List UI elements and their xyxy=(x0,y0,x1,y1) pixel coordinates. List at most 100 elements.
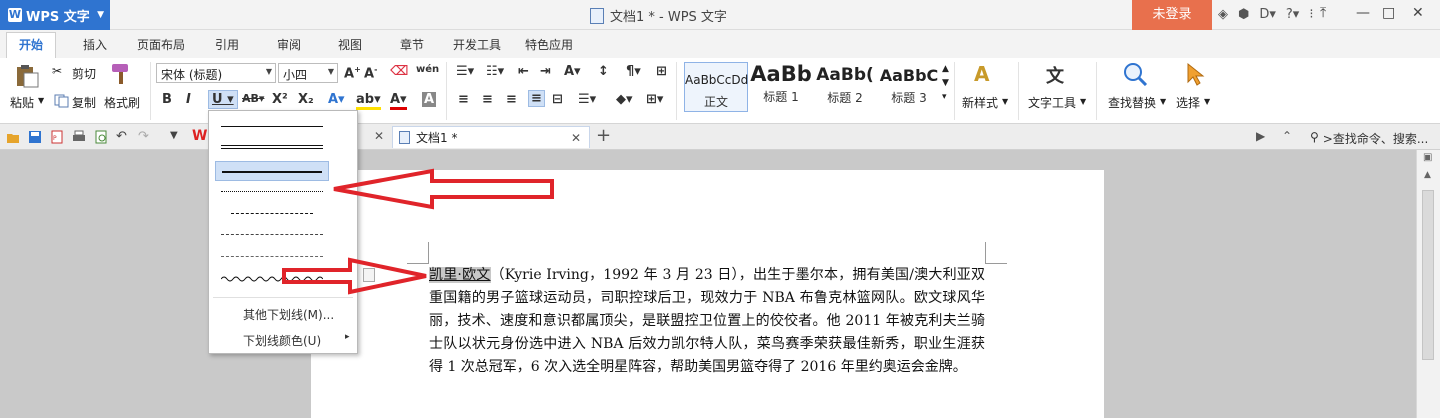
scroll-top-icon[interactable]: ▣ xyxy=(1423,152,1432,163)
styles-scroll-icon[interactable]: ▲ ▼ ▾ xyxy=(942,62,949,104)
clear-format-icon[interactable]: ⌫ xyxy=(390,64,408,79)
format-painter-icon[interactable] xyxy=(108,62,134,86)
superscript-icon[interactable]: X² xyxy=(272,92,288,107)
distribute-icon[interactable]: ⊟ xyxy=(552,92,563,107)
style-heading-2[interactable]: AaBb( 标题 2 xyxy=(814,62,876,112)
app-menu-button[interactable]: W WPS 文字 ▼ xyxy=(0,0,110,30)
document-tab[interactable]: 文档1 * ✕ xyxy=(392,126,590,148)
shading-icon[interactable]: ◆▾ xyxy=(616,92,633,107)
char-shading-icon[interactable]: A xyxy=(422,92,437,107)
subscript-icon[interactable]: X₂ xyxy=(298,92,314,107)
copy-button[interactable]: 复制 xyxy=(72,94,96,111)
text-tools-button[interactable]: 文字工具 xyxy=(1028,94,1076,111)
style-normal[interactable]: AaBbCcDd 正文 xyxy=(684,62,748,112)
cloud-icon[interactable]: ⬢ xyxy=(1238,7,1249,22)
body-paragraph[interactable]: 凯里·欧文（Kyrie Irving，1992 年 3 月 23 日），出生于墨… xyxy=(429,264,985,379)
line-spacing-icon[interactable]: ☰▾ xyxy=(578,92,596,107)
scissors-icon[interactable]: ✂ xyxy=(52,64,62,78)
underline-option-dash-dot[interactable] xyxy=(215,225,329,245)
cut-button[interactable]: 剪切 xyxy=(72,65,96,82)
paste-chevron-icon[interactable]: ▼ xyxy=(38,96,44,105)
save-icon[interactable] xyxy=(28,130,42,144)
borders-icon[interactable]: ⊞▾ xyxy=(646,92,663,107)
fullscreen-icon[interactable]: ⤒ xyxy=(1320,5,1326,21)
redo-icon[interactable]: ↷ xyxy=(138,129,149,144)
chinese-layout-icon[interactable]: A▾ xyxy=(564,64,581,79)
chevron-down-icon[interactable]: ▼ xyxy=(1002,97,1008,106)
tab-list-icon[interactable]: ▶ xyxy=(1256,129,1265,143)
share-icon[interactable]: D▾ xyxy=(1259,7,1276,22)
align-left-icon[interactable]: ≡ xyxy=(458,92,469,107)
tab-page-layout[interactable]: 页面布局 xyxy=(137,36,185,53)
close-icon[interactable]: ✕ xyxy=(374,129,384,143)
maximize-icon[interactable]: □ xyxy=(1382,5,1395,21)
new-style-icon[interactable]: A xyxy=(974,62,989,86)
select-button[interactable]: 选择 xyxy=(1176,94,1200,111)
tab-view[interactable]: 视图 xyxy=(338,36,362,53)
show-marks-icon[interactable]: ¶▾ xyxy=(626,64,641,79)
minimize-icon[interactable]: — xyxy=(1356,5,1370,21)
strikethrough-icon[interactable]: AB▾ xyxy=(242,92,264,105)
underline-option-wavy[interactable] xyxy=(215,269,329,289)
bullet-list-icon[interactable]: ☰▾ xyxy=(456,64,474,79)
login-button[interactable]: 未登录 xyxy=(1132,0,1212,30)
grow-font-icon[interactable]: A+ xyxy=(344,65,361,81)
text-effect-icon[interactable]: A▾ xyxy=(328,92,345,107)
highlight-icon[interactable]: ab▾ xyxy=(356,92,381,110)
font-color-icon[interactable]: A▾ xyxy=(390,92,407,110)
decrease-indent-icon[interactable]: ⇤ xyxy=(518,64,529,79)
increase-indent-icon[interactable]: ⇥ xyxy=(540,64,551,79)
align-center-icon[interactable]: ≡ xyxy=(482,92,493,107)
copy-icon[interactable] xyxy=(54,94,70,108)
text-tools-icon[interactable]: 文 xyxy=(1046,62,1064,88)
close-icon[interactable]: ✕ xyxy=(571,131,581,145)
paragraph-marker-icon[interactable] xyxy=(363,268,375,282)
tab-developer[interactable]: 开发工具 xyxy=(453,36,501,53)
sort-icon[interactable]: ↕ xyxy=(598,64,609,79)
italic-icon[interactable]: I xyxy=(186,92,191,107)
underline-option-double[interactable] xyxy=(215,138,329,158)
command-search[interactable]: ⚲ >查找命令、搜索... xyxy=(1310,130,1428,147)
justify-icon[interactable]: ≡ xyxy=(528,90,545,107)
help-icon[interactable]: ?▾ xyxy=(1286,7,1299,22)
underline-option-single[interactable] xyxy=(215,117,329,137)
wps-home-icon[interactable]: W xyxy=(192,128,207,144)
new-style-button[interactable]: 新样式 xyxy=(962,94,998,111)
vertical-scrollbar[interactable]: ▣ ▲ xyxy=(1416,150,1440,418)
scroll-up-icon[interactable]: ▲ xyxy=(1424,170,1431,180)
more-icon[interactable]: ⁝ xyxy=(1309,7,1313,22)
tab-review[interactable]: 审阅 xyxy=(277,36,301,53)
chevron-down-icon[interactable]: ▼ xyxy=(1160,97,1166,106)
underline-color-item[interactable]: 下划线颜色(U) ▸ xyxy=(243,332,350,349)
new-tab-icon[interactable]: + xyxy=(596,125,611,146)
underline-button[interactable]: U ▾ xyxy=(208,90,238,109)
numbered-list-icon[interactable]: ☷▾ xyxy=(486,64,504,79)
command-search-input[interactable]: >查找命令、搜索... xyxy=(1323,130,1429,147)
find-replace-icon[interactable] xyxy=(1122,62,1148,86)
font-name-select[interactable]: 宋体 (标题) ▼ xyxy=(156,63,276,83)
print-preview-icon[interactable] xyxy=(94,130,108,144)
tab-home[interactable]: 开始 xyxy=(6,32,57,58)
shrink-font-icon[interactable]: A- xyxy=(364,65,377,81)
bold-icon[interactable]: B xyxy=(162,92,172,107)
pinyin-icon[interactable]: wén xyxy=(416,64,439,75)
scroll-thumb[interactable] xyxy=(1422,190,1434,360)
underline-option-dotted[interactable] xyxy=(215,182,329,202)
underline-option-dash-dot-dot[interactable] xyxy=(215,247,329,267)
tab-section[interactable]: 章节 xyxy=(400,36,424,53)
customize-chevron-icon[interactable]: ▼ xyxy=(170,130,178,141)
table-icon[interactable]: ⊞ xyxy=(656,64,667,79)
collapse-ribbon-icon[interactable]: ⌃ xyxy=(1282,129,1292,143)
document-page[interactable]: 凯里·欧文（Kyrie Irving，1992 年 3 月 23 日），出生于墨… xyxy=(311,170,1104,418)
undo-icon[interactable]: ↶ xyxy=(116,129,127,144)
find-replace-button[interactable]: 查找替换 xyxy=(1108,94,1156,111)
underline-option-dashed[interactable] xyxy=(215,204,329,224)
print-icon[interactable] xyxy=(72,130,86,144)
style-heading-3[interactable]: AaBbC 标题 3 xyxy=(878,62,940,112)
paste-icon[interactable] xyxy=(14,64,40,88)
chevron-down-icon[interactable]: ▼ xyxy=(1080,97,1086,106)
tab-references[interactable]: 引用 xyxy=(215,36,239,53)
export-pdf-icon[interactable]: P xyxy=(50,130,64,144)
more-underlines-item[interactable]: 其他下划线(M)... xyxy=(243,306,334,323)
format-painter-button[interactable]: 格式刷 xyxy=(104,94,140,111)
